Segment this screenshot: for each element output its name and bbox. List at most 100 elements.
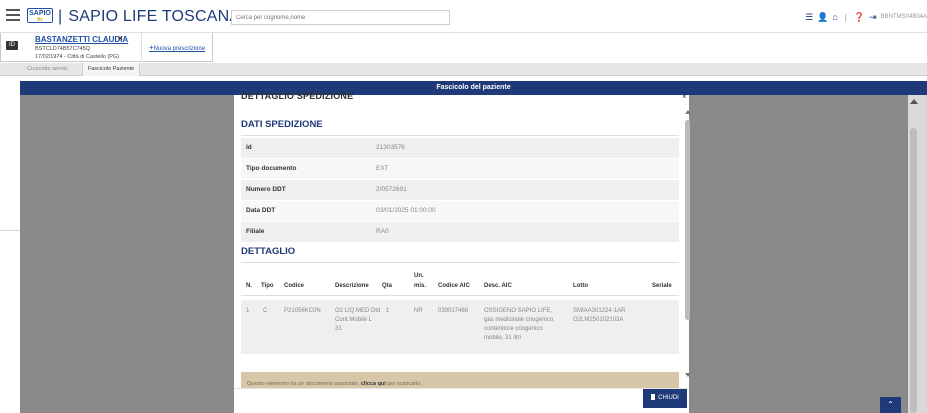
detail-value: EXT: [376, 165, 389, 172]
cell-line: Cont.Mobile L: [335, 317, 373, 323]
attachment-info-text: Questo elemento ha un documento associat…: [247, 381, 422, 387]
logo-text: SAPIO: [29, 10, 51, 17]
cell-line: gas medicinale criogenico,: [484, 317, 555, 323]
modal-body: DATI SPEDIZIONE Id 21303576 Tipo documen…: [234, 106, 689, 388]
col-n: N.: [246, 283, 252, 289]
close-patient-icon[interactable]: ×: [118, 34, 123, 43]
app-title: | SAPIO LIFE TOSCANA: [58, 8, 241, 25]
tab-bar: Cruscotto servizi Fascicolo Paziente: [0, 63, 927, 76]
section-title-dettaglio: DETTAGLIO: [241, 246, 296, 257]
detail-row-id: Id 21303576: [241, 138, 679, 159]
cell-line: O2 LIQ MED Dtd: [335, 308, 381, 314]
col-tipo: Tipo: [261, 283, 274, 289]
home-icon[interactable]: ⌂: [832, 12, 837, 22]
cell-tipo: C: [263, 308, 268, 314]
app-title-text: SAPIO LIFE TOSCANA: [68, 8, 241, 25]
back-to-top-button[interactable]: ⌃: [880, 397, 901, 413]
detail-row-tipo-documento: Tipo documento EXT: [241, 159, 679, 180]
detail-row-numero-ddt: Numero DDT 2/0572691: [241, 180, 679, 201]
section-divider: [241, 135, 679, 136]
modal-scrollbar[interactable]: [685, 110, 691, 390]
detail-label: Data DDT: [246, 207, 276, 214]
patient-divider: [141, 33, 142, 62]
cell-qta: 1: [386, 308, 390, 314]
top-header: SAPIO life |SAPIO LIFE TOSCANA ☰ 👤 ⌂ | ❓…: [0, 0, 927, 33]
logo-sub: life: [36, 17, 44, 23]
app-root: SAPIO life |SAPIO LIFE TOSCANA ☰ 👤 ⌂ | ❓…: [0, 0, 927, 413]
info-suffix: per scaricarlo.: [387, 381, 422, 387]
cell-lotto: SMIAA301224-1AR O2LM250102103A: [573, 307, 625, 325]
attachment-info-bar: Questo elemento ha un documento associat…: [241, 372, 679, 388]
scroll-up-icon[interactable]: [910, 99, 918, 104]
detail-label: Tipo documento: [246, 165, 297, 172]
cell-desc-aic: OSSIGENO SAPIO LIFE, gas medicinale crio…: [484, 307, 555, 343]
tab-cruscotto-servizi[interactable]: Cruscotto servizi: [22, 63, 73, 76]
header-actions: ☰ 👤 ⌂ | ❓ ⇥ BBNTMS04B04A: [805, 12, 927, 22]
section-title-dati: DATI SPEDIZIONE: [241, 119, 323, 130]
modal-scroll-thumb[interactable]: [685, 120, 690, 320]
cell-line: OSSIGENO SAPIO LIFE,: [484, 308, 553, 314]
patient-search-input[interactable]: [231, 10, 450, 25]
id-card-icon: ID: [6, 41, 18, 50]
shipment-detail-modal: DETTAGLIO SPEDIZIONE × DATI SPEDIZIONE I…: [234, 91, 691, 413]
detail-value: 03/01/2025 01:00:00: [376, 207, 436, 214]
col-codice: Codice: [284, 283, 305, 289]
detail-label: Filiale: [246, 228, 265, 235]
cell-n: 1: [246, 308, 250, 314]
detail-label: Id: [246, 144, 252, 151]
modal-footer: CHIUDI: [234, 388, 689, 413]
sapio-logo: SAPIO life: [27, 8, 53, 23]
col-lotto: Lotto: [573, 283, 588, 289]
info-prefix: Questo elemento ha un documento associat…: [247, 381, 360, 387]
cell-line: SMIAA301224-1AR: [573, 308, 626, 314]
detail-label: Numero DDT: [246, 186, 286, 193]
detail-value: 21303576: [376, 144, 405, 151]
col-unmis-1: Un.: [414, 273, 424, 279]
patient-fiscal-code: BSTCLD74B57C745Q: [35, 46, 91, 52]
left-strip: [0, 95, 20, 413]
help-icon[interactable]: ❓: [854, 12, 865, 22]
col-descrizione: Descrizione: [335, 283, 369, 289]
cell-line: mobile, 31 litri: [484, 335, 522, 341]
fascicolo-band-title: Fascicolo del paziente: [20, 81, 927, 95]
list-icon[interactable]: ☰: [805, 12, 813, 22]
patient-card: ID BASTANZETTI CLAUDIA BSTCLD74B57C745Q …: [0, 33, 213, 62]
table-header: N. Tipo Codice Descrizione Qta Un. mis. …: [241, 269, 679, 296]
new-prescription-link[interactable]: +Nuova prescrizione: [149, 43, 205, 52]
col-unmis-2: mis.: [414, 283, 427, 289]
cell-codice-aic: 039017468: [438, 308, 469, 314]
detail-value: RA0: [376, 228, 389, 235]
scroll-up-icon[interactable]: [685, 110, 691, 114]
detail-value: 2/0572691: [376, 186, 407, 193]
door-icon: [651, 394, 656, 400]
cell-line: O2LM250102103A: [573, 317, 624, 323]
logout-icon[interactable]: ⇥: [869, 12, 877, 22]
close-button-label: CHIUDI: [658, 395, 679, 401]
page-scrollbar[interactable]: [908, 95, 927, 413]
modal-backdrop-left: [20, 95, 234, 413]
tab-fascicolo-paziente[interactable]: Fascicolo Paziente: [82, 63, 141, 76]
modal-close-icon[interactable]: ×: [682, 92, 687, 101]
col-desc-aic: Desc. AIC: [484, 283, 512, 289]
cell-unmis: NR: [414, 308, 423, 314]
new-prescription-label: Nuova prescrizione: [153, 46, 206, 52]
user-code: BBNTMS04B04A: [880, 14, 927, 20]
col-seriale: Seriale: [652, 283, 672, 289]
patient-name-link[interactable]: BASTANZETTI CLAUDIA: [35, 35, 128, 44]
cell-descrizione: O2 LIQ MED Dtd Cont.Mobile L 31: [335, 307, 380, 334]
table-row: 1 C P21056KC0N O2 LIQ MED Dtd Cont.Mobil…: [241, 300, 679, 354]
patient-birth: 17/02/1974 - Città di Castello (PG): [35, 54, 120, 60]
user-icon[interactable]: 👤: [817, 12, 828, 22]
scroll-down-icon[interactable]: [685, 373, 691, 377]
section-divider: [241, 262, 679, 263]
hamburger-menu-icon[interactable]: [6, 9, 20, 21]
col-codice-aic: Codice AIC: [438, 283, 470, 289]
download-link[interactable]: clicca qui: [361, 381, 386, 387]
col-qta: Qta: [382, 283, 393, 289]
modal-backdrop-right: [689, 95, 908, 413]
page-scroll-thumb[interactable]: [910, 128, 917, 413]
cell-line: contenitore criogenico: [484, 326, 543, 332]
close-button[interactable]: CHIUDI: [643, 389, 687, 408]
cell-codice: P21056KC0N: [284, 308, 321, 314]
detail-row-filiale: Filiale RA0: [241, 222, 679, 243]
